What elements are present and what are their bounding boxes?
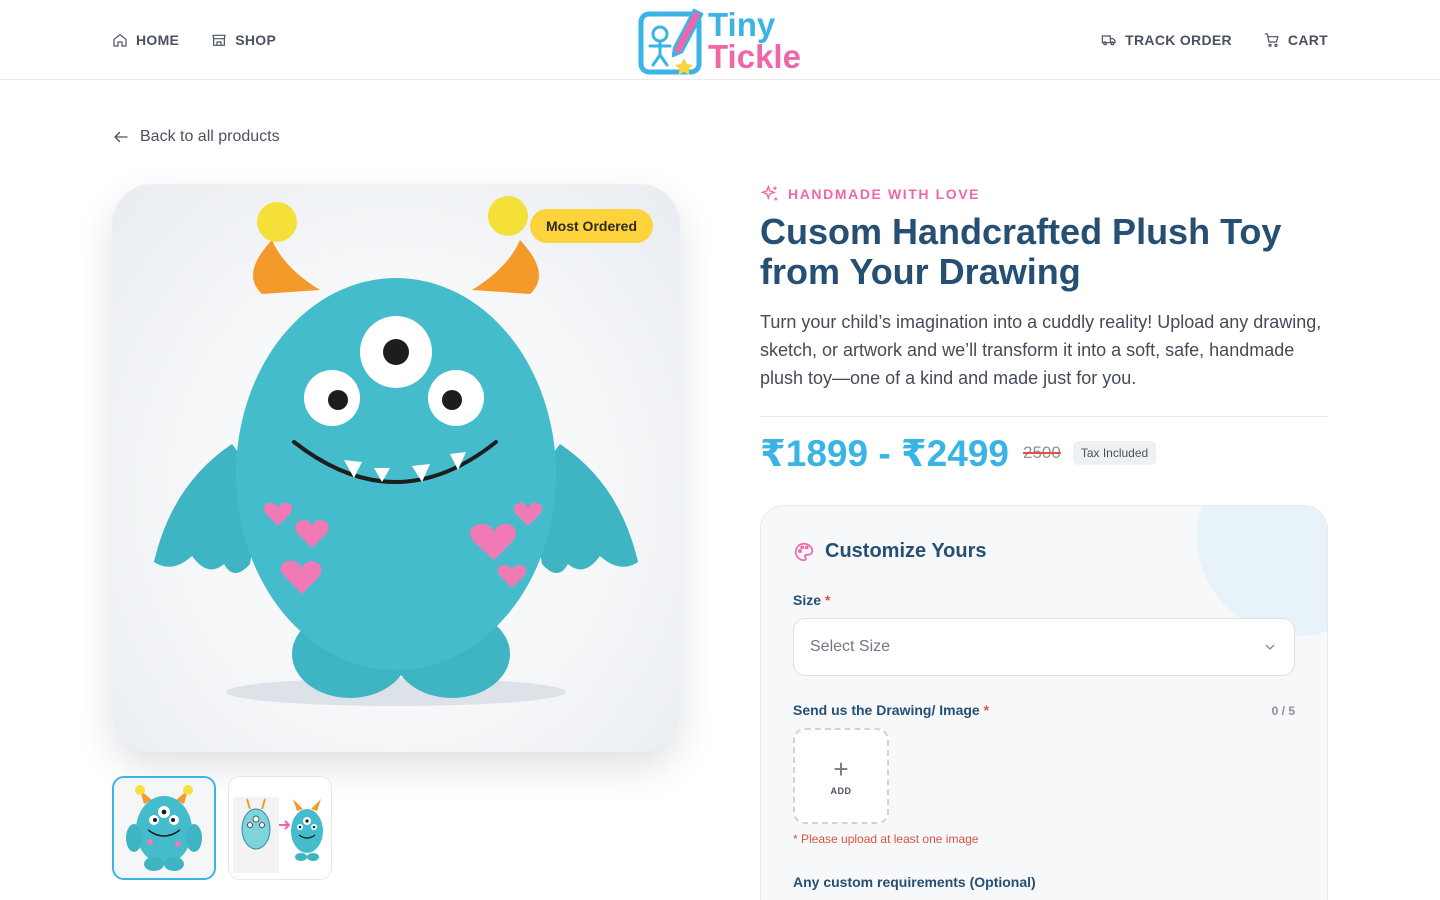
product-main-image[interactable]: [112, 184, 680, 752]
chevron-down-icon: [1265, 644, 1275, 650]
size-required-mark: *: [824, 592, 831, 608]
nav-track-order-label: TRACK ORDER: [1125, 32, 1232, 48]
customize-title: Customize Yours: [825, 540, 987, 562]
nav-shop-link[interactable]: SHOP: [211, 32, 276, 48]
drawing-field-label: Send us the Drawing/ Image *: [793, 702, 989, 718]
nav-cart-label: CART: [1287, 32, 1328, 48]
upload-image-button[interactable]: + ADD: [793, 728, 889, 824]
product-thumbnail-1[interactable]: [112, 776, 216, 880]
section-divider: [760, 416, 1328, 417]
nav-track-order-link[interactable]: TRACK ORDER: [1101, 32, 1232, 48]
product-description: Turn your child’s imagination into a cud…: [760, 312, 1322, 388]
thumbnail-drawing-to-plush-image: [229, 777, 331, 879]
size-field-label: Size *: [793, 592, 830, 608]
logo-wordmark: Tiny Tickle: [708, 6, 801, 75]
palette-icon: [795, 542, 814, 561]
product-title: Cusom Handcrafted Plush Toy from Your Dr…: [760, 211, 1282, 292]
back-to-products-link[interactable]: Back to all products: [112, 128, 280, 146]
price-row: ₹1899 - ₹2499 2500 Tax Included: [760, 430, 1157, 476]
handmade-eyebrow: HANDMADE WITH LOVE: [760, 184, 980, 204]
custom-requirements-label: Any custom requirements (Optional): [793, 874, 1036, 890]
upload-counter: 0 / 5: [1271, 704, 1295, 718]
logo-word-tickle: Tickle: [708, 38, 801, 75]
nav-shop-label: SHOP: [235, 32, 277, 48]
customize-heading: Customize Yours: [793, 540, 987, 563]
drawing-label-text: Send us the Drawing/ Image: [793, 702, 980, 718]
store-icon: [212, 34, 226, 46]
drawing-required-mark: *: [983, 702, 990, 718]
price-range: ₹1899 - ₹2499: [760, 432, 1009, 474]
truck-icon: [1101, 35, 1116, 46]
home-icon: [113, 34, 127, 47]
customize-card: Customize Yours Size * Select Size Send …: [760, 505, 1328, 900]
upload-add-label: ADD: [830, 786, 852, 796]
upload-error-message: * Please upload at least one image: [793, 832, 979, 846]
size-select-placeholder: Select Size: [810, 638, 891, 655]
tax-included-badge: Tax Included: [1072, 441, 1157, 465]
sparkles-icon: [760, 184, 778, 201]
size-label-text: Size: [793, 592, 822, 608]
nav-cart-link[interactable]: CART: [1264, 32, 1328, 48]
eyebrow-label: HANDMADE WITH LOVE: [788, 186, 981, 202]
product-thumbnail-2[interactable]: [228, 776, 332, 880]
nav-home-label: HOME: [136, 32, 180, 48]
back-link-label: Back to all products: [140, 128, 280, 145]
logo-word-tiny: Tiny: [708, 6, 776, 43]
card-decoration: [1197, 506, 1327, 636]
top-nav-bar: HOME SHOP Tiny Tickle TRACK ORDER CART: [0, 0, 1440, 80]
size-select[interactable]: Select Size: [793, 618, 1295, 676]
thumbnail-plush-image: [114, 778, 214, 878]
original-price: 2500: [1023, 443, 1061, 462]
logo-drawing-icon: [638, 8, 704, 75]
plush-monster-image: [154, 196, 638, 706]
most-ordered-badge: Most Ordered: [530, 209, 654, 243]
arrow-left-icon: [114, 131, 128, 143]
plus-icon: +: [833, 754, 849, 784]
cart-icon: [1264, 33, 1279, 47]
secondary-nav: TRACK ORDER CART: [1101, 0, 1328, 80]
nav-home-link[interactable]: HOME: [112, 32, 179, 48]
primary-nav: HOME SHOP: [112, 0, 276, 80]
brand-logo[interactable]: Tiny Tickle: [638, 5, 801, 77]
